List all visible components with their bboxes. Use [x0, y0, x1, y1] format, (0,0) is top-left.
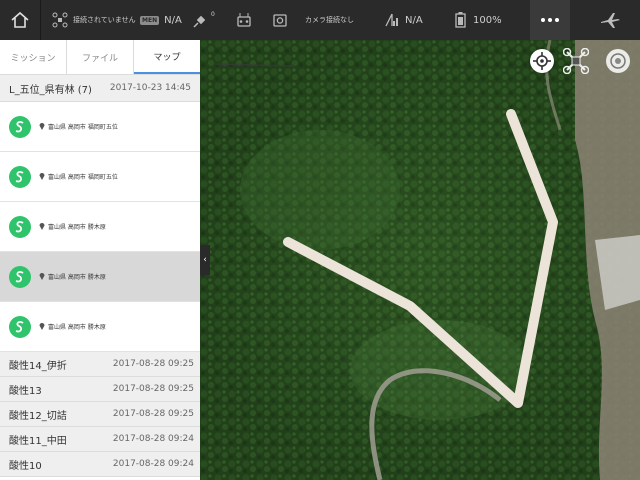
row-date: 2017-08-28 09:24: [112, 459, 194, 469]
signal-value: N/A: [405, 14, 423, 26]
flight-mode: MEN N/A: [140, 0, 182, 40]
top-status-bar: 接続されていません MEN N/A 0 カメラ接続なし N/A 100%: [0, 0, 640, 40]
location-pin-icon: [39, 122, 45, 132]
group-name: L_五位_県有林 (7): [9, 84, 92, 96]
tab-mission[interactable]: ミッション: [0, 40, 67, 74]
aircraft-status: 接続されていません: [52, 0, 136, 40]
mission-group-row[interactable]: 酸性14_伊折 2017-08-28 09:25: [0, 352, 200, 377]
mission-location: 富山県 高岡市 勝木原: [48, 274, 106, 281]
mission-item-selected[interactable]: 富山県 高岡市 勝木原: [0, 252, 200, 302]
crosshair-icon: [533, 52, 551, 70]
mission-group-row[interactable]: 酸性10 2017-08-28 09:24: [0, 452, 200, 477]
row-name: 酸性13: [9, 385, 42, 397]
mission-location: 富山県 高岡市 福岡町五位: [48, 174, 118, 181]
mission-location: 富山県 高岡市 勝木原: [48, 324, 106, 331]
location-pin-icon: [39, 322, 45, 332]
home-button[interactable]: [0, 0, 41, 40]
mode-badge: MEN: [140, 15, 160, 25]
battery-status: 100%: [454, 0, 502, 40]
satellite-icon: [192, 11, 210, 29]
mission-item[interactable]: 富山県 高岡市 福岡町五位: [0, 152, 200, 202]
mission-group-row[interactable]: 酸性13 2017-08-28 09:25: [0, 377, 200, 402]
mission-item[interactable]: 富山県 高岡市 福岡町五位: [0, 102, 200, 152]
camera-status-text: カメラ接続なし: [305, 16, 354, 24]
compass-button[interactable]: [606, 49, 630, 73]
mission-panel: ミッション ファイル マップ L_五位_県有林 (7) 2017-10-23 1…: [0, 40, 200, 480]
airplane-icon: [601, 13, 620, 28]
drone-icon: [563, 48, 589, 74]
row-date: 2017-08-28 09:25: [112, 384, 194, 394]
remote-controller-status: [236, 0, 257, 40]
tab-map[interactable]: マップ: [134, 40, 200, 74]
compass-icon: [610, 53, 626, 69]
tab-file[interactable]: ファイル: [67, 40, 134, 74]
signal-icon: [384, 12, 400, 28]
row-name: 酸性11_中田: [9, 435, 67, 447]
aircraft-status-text: 接続されていません: [73, 16, 136, 24]
mission-group-row[interactable]: 酸性12_切詰 2017-08-28 09:25: [0, 402, 200, 427]
mission-item[interactable]: 富山県 高岡市 勝木原: [0, 302, 200, 352]
locate-button[interactable]: [530, 49, 554, 73]
mode-value: N/A: [164, 14, 182, 26]
location-pin-icon: [39, 172, 45, 182]
drone-location-button[interactable]: [562, 47, 590, 75]
group-date: 2017-10-23 14:45: [109, 83, 191, 93]
row-date: 2017-08-28 09:24: [112, 434, 194, 444]
mission-logo-icon: [9, 165, 31, 188]
more-button[interactable]: [530, 0, 570, 40]
row-name: 酸性10: [9, 460, 42, 472]
gps-status: 0: [192, 0, 219, 40]
battery-icon: [454, 12, 468, 28]
mission-group-header[interactable]: L_五位_県有林 (7) 2017-10-23 14:45: [0, 75, 200, 102]
mission-group-row[interactable]: 酸性11_中田 2017-08-28 09:24: [0, 427, 200, 452]
satellite-map[interactable]: [200, 40, 640, 480]
map-canvas: [200, 40, 640, 480]
mission-item[interactable]: 富山県 高岡市 勝木原: [0, 202, 200, 252]
collapse-arrow-icon: ‹: [203, 255, 207, 265]
more-icon: [541, 18, 559, 22]
remote-controller-icon: [236, 12, 252, 28]
camera-icon: [272, 12, 288, 28]
location-pin-icon: [39, 222, 45, 232]
mission-location: 富山県 高岡市 勝木原: [48, 224, 106, 231]
home-icon: [11, 11, 29, 28]
mission-logo-icon: [9, 315, 31, 338]
panel-tabs: ミッション ファイル マップ: [0, 40, 200, 75]
drone-icon: [52, 12, 68, 28]
gps-count: 0: [211, 10, 215, 18]
fly-button[interactable]: [590, 0, 630, 40]
location-pin-icon: [39, 272, 45, 282]
row-date: 2017-08-28 09:25: [112, 409, 194, 419]
collapse-panel-button[interactable]: ‹: [200, 245, 210, 275]
camera-status: カメラ接続なし: [272, 0, 354, 40]
battery-value: 100%: [473, 14, 502, 26]
mission-logo-icon: [9, 115, 31, 138]
signal-status: N/A: [384, 0, 423, 40]
mission-logo-icon: [9, 215, 31, 238]
mission-location: 富山県 高岡市 福岡町五位: [48, 124, 118, 131]
mission-logo-icon: [9, 265, 31, 288]
row-date: 2017-08-28 09:25: [112, 359, 194, 369]
row-name: 酸性12_切詰: [9, 410, 67, 422]
row-name: 酸性14_伊折: [9, 360, 67, 372]
